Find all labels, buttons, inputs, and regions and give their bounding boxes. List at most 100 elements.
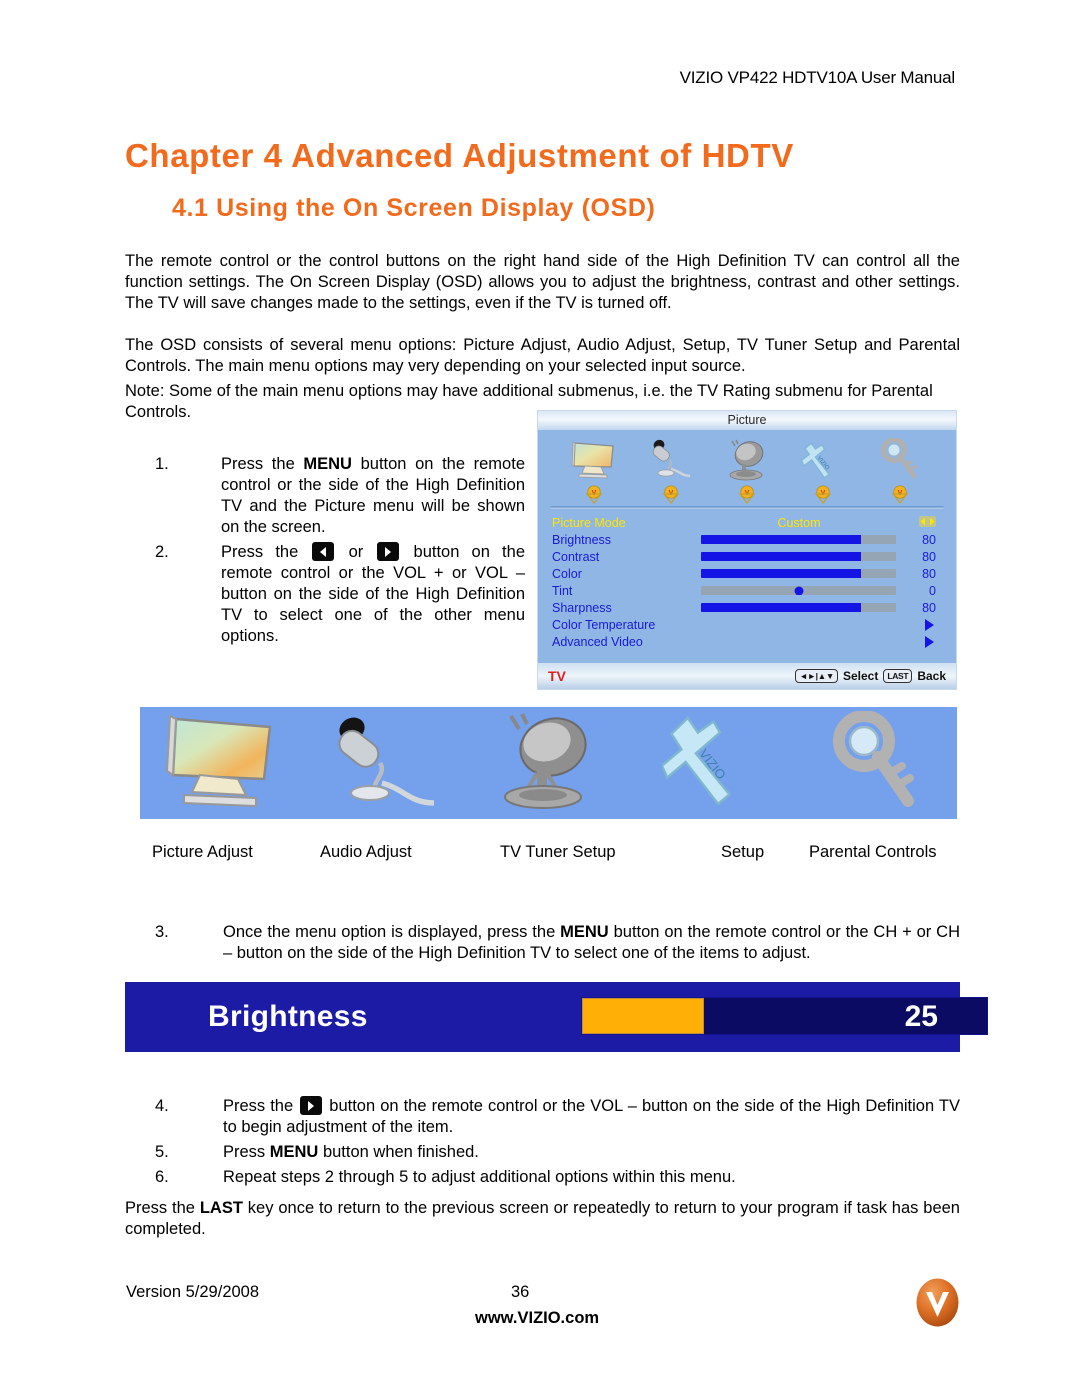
monitor-icon <box>571 436 617 484</box>
osd-row-label: Sharpness <box>552 600 612 615</box>
brightness-bar-value: 25 <box>904 1000 938 1033</box>
step-text-mid: or <box>336 543 376 561</box>
step-item-6: 6. Repeat steps 2 through 5 to adjust ad… <box>155 1167 960 1188</box>
arrow-right-button-icon <box>300 1096 323 1115</box>
band-cell-audio-adjust[interactable] <box>303 711 466 816</box>
chevron-right-icon <box>925 618 934 631</box>
osd-row-control[interactable] <box>701 586 897 595</box>
wrench-icon: VIZIO <box>801 436 845 484</box>
chapter-title: Chapter 4 Advanced Adjustment of HDTV <box>125 137 794 174</box>
osd-row-tint[interactable]: Tint 0 <box>552 582 942 599</box>
osd-row-control[interactable] <box>701 535 897 544</box>
closing-post: key once to return to the previous scree… <box>125 1199 960 1238</box>
osd-select-label: Select <box>842 669 879 683</box>
osd-icon-cell-tv-tuner-setup[interactable]: V <box>709 436 785 504</box>
brightness-adjustment-bar: Brightness 25 <box>125 982 988 1052</box>
monitor-icon <box>164 711 280 816</box>
osd-row-value: 0 <box>929 583 936 598</box>
steps-list-left: 1. Press the MENU button on the remote c… <box>155 454 525 651</box>
osd-row-value: 80 <box>922 600 936 615</box>
step-text: Press the or button on the remote contro… <box>221 542 525 647</box>
osd-row-value <box>896 635 942 648</box>
brightness-bar-fill <box>582 998 704 1034</box>
osd-row-color-temperature[interactable]: Color Temperature <box>552 616 942 633</box>
last-key-icon: LAST <box>883 669 913 683</box>
step-number: 5. <box>155 1143 169 1161</box>
osd-row-color[interactable]: Color 80 <box>552 565 942 582</box>
key-icon <box>828 709 923 816</box>
band-cell-tv-tuner-setup[interactable] <box>467 711 630 816</box>
osd-slider-sharpness[interactable] <box>701 603 897 612</box>
osd-icon-cell-parental-controls[interactable]: V <box>862 436 938 504</box>
osd-icon-cell-setup[interactable]: VIZIO V <box>785 436 861 504</box>
osd-slider-tint[interactable] <box>701 586 897 595</box>
osd-icon-cell-audio-adjust[interactable]: V <box>632 436 708 504</box>
osd-row-control[interactable] <box>701 552 897 561</box>
step-number: 2. <box>155 543 169 561</box>
footer-version: Version 5/29/2008 <box>126 1283 260 1301</box>
osd-slider-contrast[interactable] <box>701 552 897 561</box>
key-icon <box>880 436 920 484</box>
osd-row-value <box>896 618 942 631</box>
step-text-post: button when finished. <box>318 1143 479 1161</box>
osd-row-label: Brightness <box>552 532 612 547</box>
osd-row-label: Contrast <box>552 549 600 564</box>
osd-row-value: 80 <box>922 549 936 564</box>
osd-row-label: Tint <box>552 583 573 598</box>
wrench-icon: VIZIO <box>660 711 762 816</box>
arrow-right-button-icon <box>377 542 400 561</box>
osd-slider-brightness[interactable] <box>701 535 897 544</box>
step-text: Press the MENU button on the remote cont… <box>221 454 525 538</box>
osd-row-label: Color Temperature <box>552 617 656 632</box>
step-number: 4. <box>155 1097 169 1115</box>
osd-menus-paragraph: The OSD consists of several menu options… <box>125 336 960 375</box>
osd-picture-menu-screenshot: Picture V V V VIZIO V V Picture Mode Cus… <box>537 410 957 690</box>
satellite-dish-icon <box>489 711 609 816</box>
osd-row-brightness[interactable]: Brightness 80 <box>552 531 942 548</box>
step-text-pre: Press the <box>221 455 304 473</box>
vizio-badge-icon: V <box>661 485 681 504</box>
vizio-badge-icon: V <box>737 485 757 504</box>
band-cell-picture-adjust[interactable] <box>140 711 303 816</box>
vizio-badge-icon: V <box>584 485 604 504</box>
steps-list-tail: 4. Press the button on the remote contro… <box>155 1096 960 1192</box>
brightness-bar-label: Brightness <box>208 1000 368 1033</box>
osd-row-contrast[interactable]: Contrast 80 <box>552 548 942 565</box>
osd-icon-row: V V V VIZIO V V <box>538 430 956 504</box>
osd-slider-color[interactable] <box>701 569 897 578</box>
band-label-tv-tuner-setup: TV Tuner Setup <box>500 843 616 861</box>
satellite-dish-icon <box>724 436 770 484</box>
osd-icon-cell-picture-adjust[interactable]: V <box>556 436 632 504</box>
section-title: 4.1 Using the On Screen Display (OSD) <box>172 194 656 222</box>
vizio-badge-icon: V <box>813 485 833 504</box>
chevron-right-icon <box>925 635 934 648</box>
step-item-4: 4. Press the button on the remote contro… <box>155 1096 960 1138</box>
microphone-icon <box>330 711 440 816</box>
step-item-1: 1. Press the MENU button on the remote c… <box>155 454 525 538</box>
osd-settings-list: Picture Mode Custom Brightness 80 Contra… <box>538 514 956 650</box>
osd-row-label: Picture Mode <box>552 515 626 530</box>
band-cell-parental-controls[interactable] <box>794 709 957 816</box>
osd-source-label: TV <box>548 668 566 684</box>
osd-row-picture-mode[interactable]: Picture Mode Custom <box>552 514 942 531</box>
osd-footer-hints: ◄►|▲▼ Select LAST Back <box>795 669 946 683</box>
osd-row-label: Color <box>552 566 582 581</box>
step-number: 3. <box>155 923 169 941</box>
osd-row-advanced-video[interactable]: Advanced Video <box>552 633 942 650</box>
band-label-parental-controls: Parental Controls <box>809 843 937 861</box>
band-label-setup: Setup <box>721 843 765 861</box>
step-text-pre: Once the menu option is displayed, press… <box>223 923 561 941</box>
step-text: Once the menu option is displayed, press… <box>223 922 960 964</box>
step-number: 6. <box>155 1168 169 1186</box>
osd-divider <box>550 506 944 509</box>
osd-row-sharpness[interactable]: Sharpness 80 <box>552 599 942 616</box>
microphone-icon <box>650 436 692 484</box>
vizio-badge-icon: V <box>890 485 910 504</box>
band-cell-setup[interactable]: VIZIO <box>630 711 793 816</box>
footer-website: www.VIZIO.com <box>475 1309 600 1327</box>
osd-row-control[interactable] <box>701 603 897 612</box>
osd-title: Picture <box>538 411 956 430</box>
menu-keyword: MENU <box>303 455 352 473</box>
osd-row-control[interactable] <box>701 569 897 578</box>
step-text-pre: Press <box>223 1143 270 1161</box>
